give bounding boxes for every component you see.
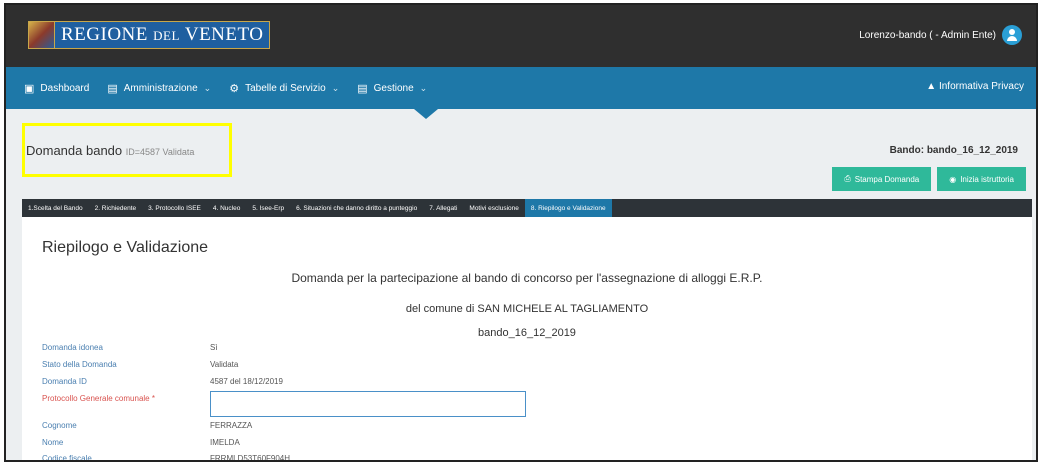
nav-gestione[interactable]: ▤ Gestione ⌄ bbox=[357, 82, 427, 95]
logo-main: REGIONE bbox=[61, 24, 148, 45]
field-label-domanda-id: Domanda ID bbox=[42, 377, 87, 386]
table-icon: ▤ bbox=[357, 82, 368, 95]
field-value-codice-fiscale: FRRMLD53T60F904H bbox=[210, 454, 291, 462]
logo-end: VENETO bbox=[184, 24, 264, 45]
main-navbar: ▣ Dashboard ▤ Amministrazione ⌄ ⚙ Tabell… bbox=[6, 67, 1036, 109]
field-value-nome: IMELDA bbox=[210, 438, 240, 447]
table-icon: ▤ bbox=[107, 82, 118, 95]
nav-active-pointer bbox=[414, 109, 438, 119]
tab-allegati[interactable]: 7. Allegati bbox=[423, 199, 463, 217]
stampa-domanda-button[interactable]: ⎙ Stampa Domanda bbox=[832, 167, 932, 191]
document-bando: bando_16_12_2019 bbox=[478, 327, 576, 339]
bando-label: Bando: bando_16_12_2019 bbox=[889, 145, 1018, 156]
field-value-domanda-id: 4587 del 18/12/2019 bbox=[210, 377, 283, 386]
field-value-stato: Validata bbox=[210, 360, 239, 369]
field-value-cognome: FERRAZZA bbox=[210, 421, 253, 430]
action-buttons: ⎙ Stampa Domanda ◉ Inizia istruttoria bbox=[832, 167, 1026, 191]
top-header: REGIONE DEL VENETO Lorenzo-bando ( - Adm… bbox=[6, 5, 1036, 67]
regione-veneto-logo[interactable]: REGIONE DEL VENETO bbox=[28, 21, 271, 49]
nav-amministrazione-label: Amministrazione bbox=[123, 82, 198, 94]
tab-scelta-bando[interactable]: 1.Scelta del Bando bbox=[22, 199, 89, 217]
nav-gestione-label: Gestione bbox=[373, 82, 414, 94]
chevron-down-icon: ⌄ bbox=[419, 82, 428, 93]
dashboard-icon: ▣ bbox=[24, 82, 35, 95]
user-icon: ▲ bbox=[926, 81, 937, 92]
chevron-down-icon: ⌄ bbox=[203, 82, 212, 93]
field-label-nome: Nome bbox=[42, 438, 64, 447]
tab-situazioni[interactable]: 6. Situazioni che danno diritto a punteg… bbox=[290, 199, 423, 217]
tab-riepilogo-validazione[interactable]: 8. Riepilogo e Validazione bbox=[524, 199, 612, 217]
eye-icon: ◉ bbox=[949, 174, 957, 184]
field-label-cognome: Cognome bbox=[42, 421, 77, 430]
tab-nucleo[interactable]: 4. Nucleo bbox=[207, 199, 246, 217]
user-menu[interactable]: Lorenzo-bando ( - Admin Ente) bbox=[859, 25, 1022, 45]
tab-isee-erp[interactable]: 5. Isee-Erp bbox=[246, 199, 290, 217]
field-label-codice-fiscale: Codice fiscale bbox=[42, 454, 92, 462]
nav-tabelle-label: Tabelle di Servizio bbox=[245, 82, 326, 94]
page-title-text: Domanda bando bbox=[26, 143, 123, 158]
inizia-istruttoria-label: Inizia istruttoria bbox=[960, 174, 1014, 184]
app-window: REGIONE DEL VENETO Lorenzo-bando ( - Adm… bbox=[4, 3, 1038, 462]
field-value-domanda-idonea: Sì bbox=[210, 343, 218, 352]
nav-dashboard[interactable]: ▣ Dashboard bbox=[24, 82, 89, 95]
page-title: Domanda bando ID=4587 Validata bbox=[26, 143, 194, 158]
privacy-link[interactable]: ▲ Informativa Privacy bbox=[926, 81, 1024, 92]
print-icon: ⎙ bbox=[844, 174, 851, 183]
logo-text: REGIONE DEL VENETO bbox=[55, 24, 269, 46]
nav-tabelle-servizio[interactable]: ⚙ Tabelle di Servizio ⌄ bbox=[229, 82, 339, 95]
wizard-tabs: 1.Scelta del Bando 2. Richiedente 3. Pro… bbox=[22, 199, 1032, 217]
protocollo-input[interactable] bbox=[210, 391, 526, 417]
document-comune: del comune di SAN MICHELE AL TAGLIAMENTO bbox=[405, 303, 649, 315]
gear-icon: ⚙ bbox=[229, 82, 240, 95]
tab-motivi-esclusione[interactable]: Motivi esclusione bbox=[463, 199, 525, 217]
privacy-label: Informativa Privacy bbox=[938, 81, 1024, 92]
section-title: Riepilogo e Validazione bbox=[42, 239, 209, 256]
nav-amministrazione[interactable]: ▤ Amministrazione ⌄ bbox=[107, 82, 211, 95]
field-label-protocollo: Protocollo Generale comunale * bbox=[42, 394, 155, 403]
tab-richiedente[interactable]: 2. Richiedente bbox=[89, 199, 143, 217]
inizia-istruttoria-button[interactable]: ◉ Inizia istruttoria bbox=[937, 167, 1026, 191]
tab-protocollo-isee[interactable]: 3. Protocollo ISEE bbox=[142, 199, 207, 217]
chevron-down-icon: ⌄ bbox=[331, 82, 340, 93]
logo-small: DEL bbox=[153, 28, 180, 43]
user-avatar-icon[interactable] bbox=[1002, 25, 1022, 45]
nav-dashboard-label: Dashboard bbox=[40, 82, 90, 94]
field-label-domanda-idonea: Domanda idonea bbox=[42, 343, 103, 352]
stampa-domanda-label: Stampa Domanda bbox=[854, 174, 920, 184]
field-label-stato: Stato della Domanda bbox=[42, 360, 117, 369]
document-title: Domanda per la partecipazione al bando d… bbox=[291, 271, 763, 285]
page-title-sub: ID=4587 Validata bbox=[125, 147, 195, 157]
crest-icon bbox=[29, 22, 55, 48]
user-label: Lorenzo-bando ( - Admin Ente) bbox=[859, 29, 996, 41]
content-panel: Riepilogo e Validazione Domanda per la p… bbox=[22, 217, 1032, 462]
